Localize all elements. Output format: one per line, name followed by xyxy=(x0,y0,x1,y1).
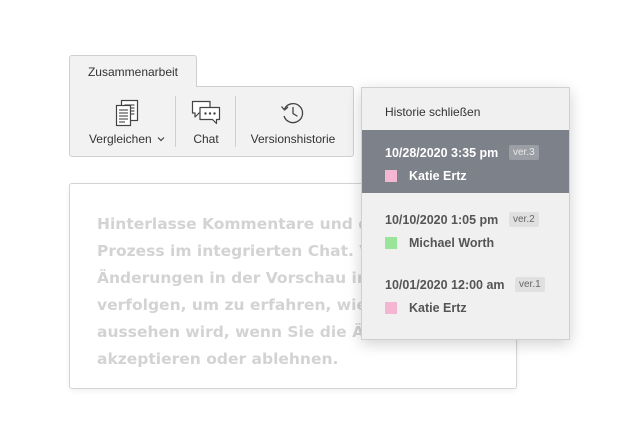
author-color-swatch xyxy=(385,302,397,314)
version-date: 10/28/2020 3:35 pm xyxy=(385,146,499,160)
version-date: 10/01/2020 12:00 am xyxy=(385,278,505,292)
chat-bubbles-icon xyxy=(191,99,221,127)
version-entry[interactable]: 10/10/2020 1:05 pm ver.2 Michael Worth xyxy=(362,197,569,260)
tab-collaboration[interactable]: Zusammenarbeit xyxy=(69,55,197,87)
version-author: Michael Worth xyxy=(409,236,495,250)
ribbon-divider xyxy=(235,96,236,147)
version-history-label: Versionshistorie xyxy=(250,132,336,146)
compare-button[interactable]: Vergleichen xyxy=(80,87,174,156)
version-badge: ver.2 xyxy=(509,212,539,227)
version-author: Katie Ertz xyxy=(409,301,467,315)
history-clock-icon xyxy=(280,99,306,127)
version-history-button[interactable]: Versionshistorie xyxy=(237,87,349,156)
compare-label: Vergleichen xyxy=(88,132,152,146)
version-entry[interactable]: 10/01/2020 12:00 am ver.1 Katie Ertz xyxy=(362,262,569,325)
version-author: Katie Ertz xyxy=(409,169,467,183)
chat-button[interactable]: Chat xyxy=(177,87,235,156)
author-color-swatch xyxy=(385,237,397,249)
version-history-panel: Historie schließen 10/28/2020 3:35 pm ve… xyxy=(361,87,570,340)
version-badge: ver.1 xyxy=(515,277,545,292)
compare-documents-icon xyxy=(114,99,140,127)
close-history-button[interactable]: Historie schließen xyxy=(385,105,480,119)
ribbon-panel: Vergleichen Chat Versionshistorie xyxy=(69,86,354,157)
version-entry[interactable]: 10/28/2020 3:35 pm ver.3 Katie Ertz xyxy=(362,130,569,193)
version-date: 10/10/2020 1:05 pm xyxy=(385,213,499,227)
version-badge: ver.3 xyxy=(509,145,539,160)
author-color-swatch xyxy=(385,170,397,182)
chevron-down-icon xyxy=(155,132,165,146)
ribbon-divider xyxy=(175,96,176,147)
chat-label: Chat xyxy=(193,132,219,146)
